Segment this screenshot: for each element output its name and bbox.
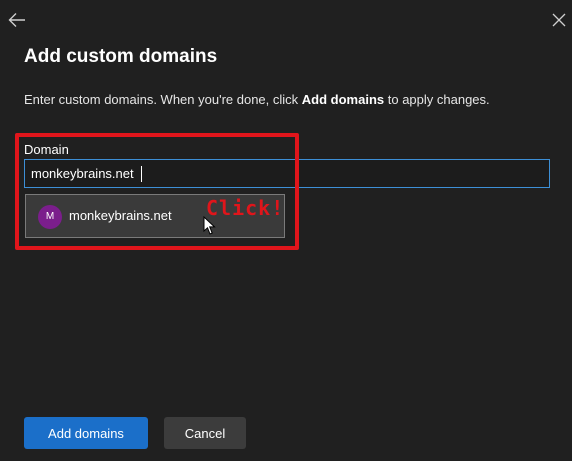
highlight-annotation-box [15,133,299,250]
back-arrow-icon[interactable] [6,9,28,31]
mouse-cursor-icon [203,215,216,236]
description-bold-text: Add domains [301,92,385,107]
cancel-button[interactable]: Cancel [164,417,246,449]
add-domains-button[interactable]: Add domains [24,417,148,449]
close-icon[interactable] [549,10,569,30]
page-title: Add custom domains [24,46,218,67]
panel-description: Enter custom domains. When you're done, … [24,92,490,107]
description-suffix-text: to apply changes. [384,92,490,107]
click-annotation: Click! [206,196,285,220]
description-text: Enter custom domains. When you're done, … [24,92,302,107]
